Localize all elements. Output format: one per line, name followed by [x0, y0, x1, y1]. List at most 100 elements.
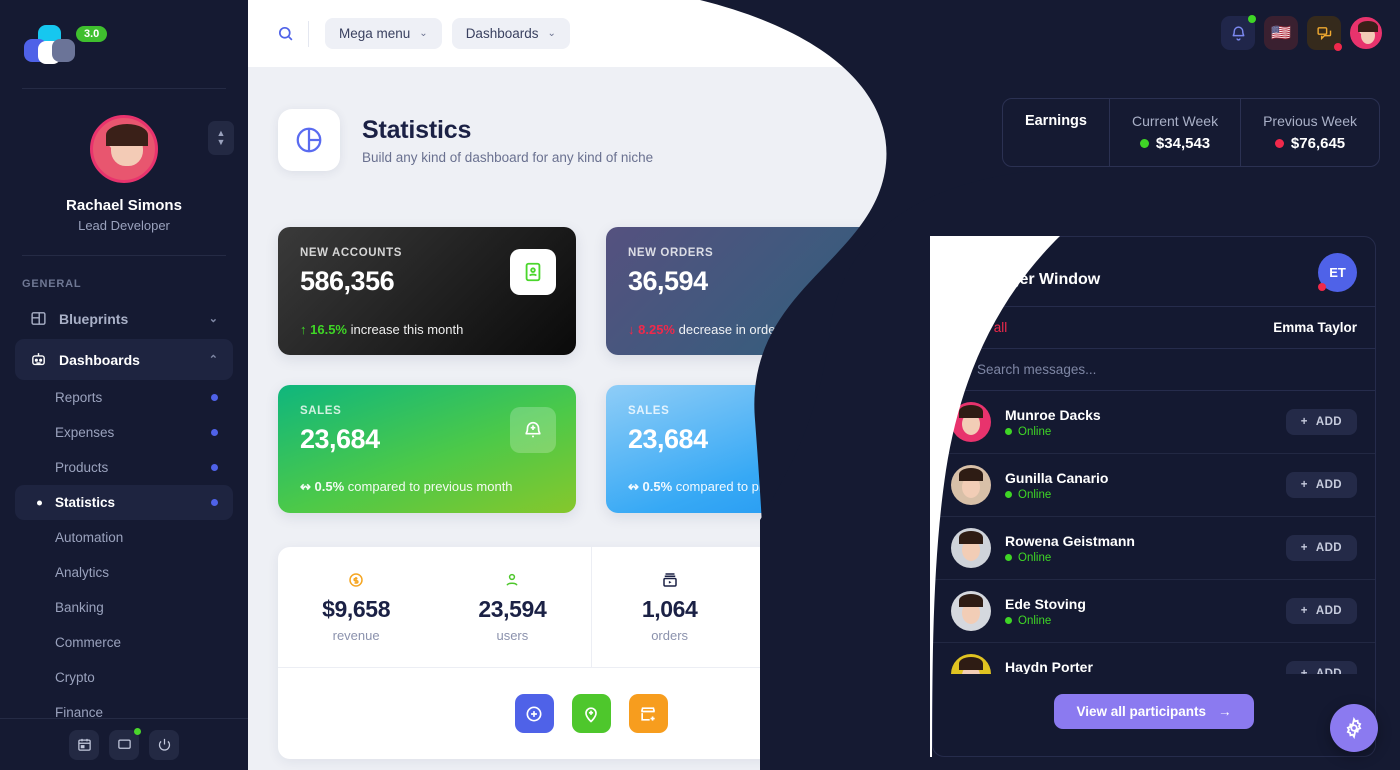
- sidebar-item-statistics[interactable]: Statistics: [15, 485, 233, 520]
- stat-card-new-orders[interactable]: NEW ORDERS 36,594 ↓ 8.25% decrease in or…: [606, 227, 904, 355]
- messages-button[interactable]: [1307, 16, 1342, 51]
- sidebar-item-crypto[interactable]: Crypto: [15, 660, 233, 695]
- sidebar-item-blueprints[interactable]: Blueprints ⌄: [15, 298, 233, 339]
- stat-card-new-accounts[interactable]: NEW ACCOUNTS 586,356 ↑ 16.5% increase th…: [278, 227, 576, 355]
- kpi-caption: revenue: [332, 628, 380, 643]
- menu-label: Mega menu: [339, 26, 411, 41]
- kpi-value: 23,594: [478, 596, 547, 622]
- view-all-participants-button[interactable]: View all participants →: [1054, 693, 1254, 729]
- add-contact-button[interactable]: + ADD: [1285, 409, 1357, 435]
- unread-badge: [1318, 283, 1326, 291]
- sidebar-item-expenses[interactable]: Expenses: [15, 415, 233, 450]
- add-store-button[interactable]: [628, 694, 668, 733]
- power-icon: [158, 738, 170, 751]
- status-dot: [211, 464, 218, 471]
- add-contact-button[interactable]: + ADD: [1285, 535, 1357, 561]
- list-item[interactable]: Haydn Porter Online +ADD: [933, 643, 1375, 674]
- avatar: [951, 402, 991, 442]
- status-dot: [1274, 139, 1284, 148]
- sidebar-section-label: GENERAL: [22, 278, 82, 290]
- earnings-label: Current Week: [1131, 113, 1219, 129]
- profile-switcher-button[interactable]: ▲ ▼: [208, 121, 234, 155]
- trend-text: compared to previous month: [672, 479, 841, 494]
- menu-label: Dashboards: [465, 26, 539, 41]
- kpi-value: $9,658: [322, 596, 391, 622]
- search-button[interactable]: [268, 17, 302, 51]
- coin-icon: [278, 569, 434, 591]
- list-item[interactable]: Rowena Geistmann Online + ADD: [933, 517, 1375, 580]
- sidebar-item-automation[interactable]: Automation: [15, 520, 233, 555]
- avatar[interactable]: [90, 115, 158, 183]
- status-dot: [211, 499, 218, 506]
- brand-logo[interactable]: 3.0: [0, 0, 248, 72]
- sidebar-item-commerce[interactable]: Commerce: [15, 625, 233, 660]
- add-contact-button[interactable]: + ADD: [1285, 472, 1357, 498]
- messenger-avatar[interactable]: ET: [1318, 253, 1357, 292]
- search-input[interactable]: [977, 362, 1357, 377]
- contact-name: Ede Stoving: [1005, 595, 1086, 612]
- add-location-button[interactable]: [571, 694, 611, 733]
- sidebar-item-reports[interactable]: Reports: [15, 380, 233, 415]
- kpi-caption: orders: [651, 628, 689, 643]
- online-indicator: [134, 727, 141, 735]
- dashboards-menu-button[interactable]: Dashboards ⌄: [451, 18, 570, 49]
- chevron-down-icon: ⌄: [419, 28, 428, 39]
- status-dot: [1139, 139, 1149, 148]
- earnings-current-week: Current Week $34,543: [1108, 99, 1240, 166]
- sidebar-item-label: Statistics: [55, 495, 116, 510]
- plus-icon: +: [1300, 668, 1308, 674]
- kpi-value: 1,064: [641, 596, 698, 622]
- online-dot: [1005, 617, 1012, 624]
- earnings-previous-week: Previous Week $76,645: [1240, 99, 1379, 166]
- delete-all-button[interactable]: Delete all: [951, 320, 1007, 335]
- notifications-button[interactable]: [1221, 15, 1256, 50]
- logo-icon: [22, 25, 80, 65]
- messenger-search[interactable]: [933, 349, 1375, 391]
- add-contact-button[interactable]: + ADD: [1285, 661, 1357, 674]
- trend-arrow: ↭: [300, 479, 311, 494]
- power-button[interactable]: [149, 729, 179, 760]
- trend-arrow: ↓: [628, 322, 635, 337]
- contact-name: Rowena Geistmann: [1005, 532, 1135, 549]
- search-icon: [278, 26, 292, 41]
- mega-menu-button[interactable]: Mega menu ⌄: [325, 18, 442, 49]
- settings-fab-button[interactable]: [1330, 704, 1378, 752]
- user-avatar-button[interactable]: [1350, 17, 1382, 49]
- language-button[interactable]: 🇺🇸: [1264, 16, 1298, 50]
- kpi-value: 9,678M: [788, 596, 864, 622]
- sidebar-item-label: Analytics: [55, 565, 110, 580]
- dashboard-app: 3.0 Rachael Simons Lead Developer ▲ ▼ GE…: [0, 0, 1400, 770]
- chevron-down-icon: ⌄: [547, 28, 556, 39]
- trend-percent: 16.5%: [310, 322, 347, 337]
- sidebar-item-products[interactable]: Products: [15, 450, 233, 485]
- map-pin-plus-icon: [585, 706, 597, 723]
- avatar: [951, 528, 991, 568]
- add-circle-button[interactable]: [514, 694, 554, 733]
- avatar: [951, 591, 991, 631]
- trend-percent: 0.5%: [314, 479, 345, 494]
- version-badge: 3.0: [76, 26, 108, 42]
- calendar-button[interactable]: [69, 729, 99, 760]
- chat-button[interactable]: [109, 727, 141, 760]
- layout-icon: [30, 310, 47, 327]
- sidebar-item-banking[interactable]: Banking: [15, 590, 233, 625]
- list-item[interactable]: Ede Stoving Online + ADD: [933, 580, 1375, 643]
- stat-card-grid: NEW ACCOUNTS 586,356 ↑ 16.5% increase th…: [278, 227, 904, 513]
- messenger-title: Messenger Window: [951, 271, 1101, 288]
- sidebar-item-analytics[interactable]: Analytics: [15, 555, 233, 590]
- kpi-caption: users: [496, 628, 529, 643]
- stat-card-sales-green[interactable]: SALES 23,684 ↭ 0.5% compared to previous…: [278, 385, 576, 513]
- list-item[interactable]: Munroe Dacks Online + ADD: [933, 391, 1375, 454]
- messenger-kicker: MESSAGES: [951, 256, 1019, 268]
- stat-card-sales-blue[interactable]: SALES 23,684 ↭ 0.5% compared to previous…: [606, 385, 904, 513]
- list-item[interactable]: Gunilla Canario Online + ADD: [933, 454, 1375, 517]
- avatar: [951, 465, 991, 505]
- sidebar-item-label: Crypto: [55, 670, 95, 685]
- store-plus-icon: [640, 706, 656, 721]
- sidebar-item-dashboards[interactable]: Dashboards ⌃: [15, 339, 233, 380]
- plus-icon: +: [1300, 605, 1308, 617]
- add-contact-button[interactable]: + ADD: [1285, 598, 1357, 624]
- status-dot: [211, 429, 218, 436]
- thumbs-up-icon: [838, 249, 884, 295]
- add-label: ADD: [1315, 416, 1342, 428]
